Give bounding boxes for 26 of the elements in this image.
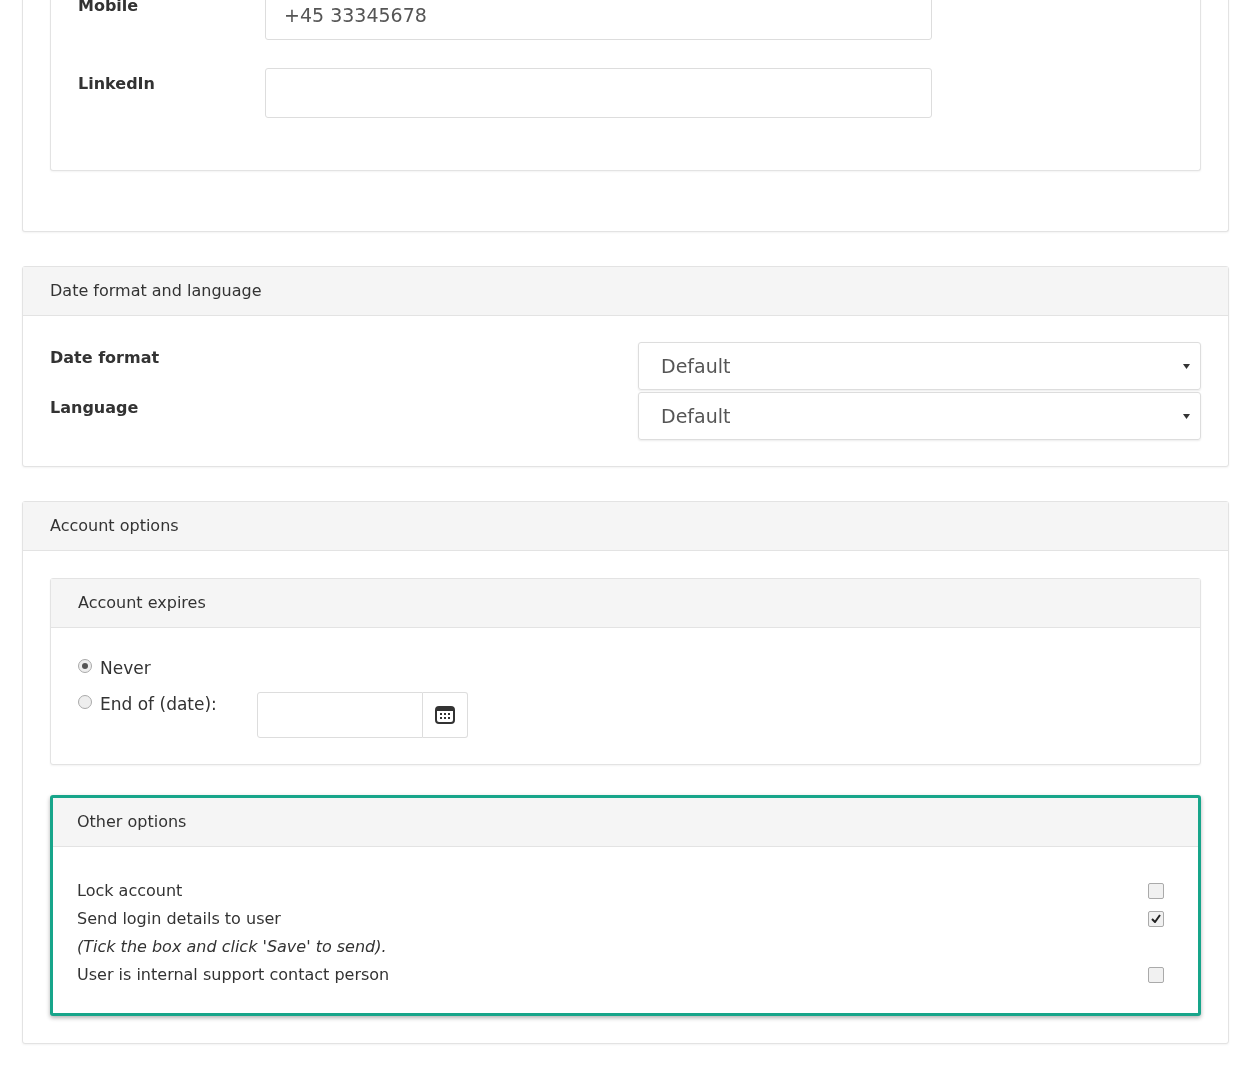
option-label: Lock account [77, 879, 183, 902]
calendar-icon[interactable] [423, 691, 468, 738]
panel-title: Account expires [51, 579, 1200, 628]
panel-title: Date format and language [23, 267, 1228, 316]
checkbox[interactable] [1148, 882, 1164, 899]
caret-icon [1183, 413, 1190, 419]
radio-button[interactable] [78, 694, 92, 709]
hint-text: (Tick the box and click 'Save' to send). [77, 935, 387, 958]
option-label: Send login details to user [77, 907, 281, 930]
text-field[interactable] [265, 68, 932, 118]
field-label: Date format [50, 347, 160, 369]
text-field[interactable]: +45 33345678 [265, 0, 932, 40]
radio-label: End of (date): [100, 692, 218, 716]
option-label: User is internal support contact person [77, 963, 390, 986]
panel-title: Other options [53, 797, 1198, 847]
radio-label: Never [100, 657, 152, 680]
caret-icon [1183, 363, 1190, 369]
checkbox[interactable] [1148, 966, 1164, 983]
dropdown[interactable]: Default [638, 342, 1201, 390]
dropdown[interactable]: Default [638, 392, 1201, 440]
radio-button[interactable] [78, 659, 92, 673]
field-label: LinkedIn [78, 73, 156, 95]
date-field[interactable] [257, 691, 423, 738]
checkbox[interactable] [1148, 910, 1164, 927]
field-label: Language [50, 397, 139, 419]
panel-title: Account options [23, 502, 1228, 551]
